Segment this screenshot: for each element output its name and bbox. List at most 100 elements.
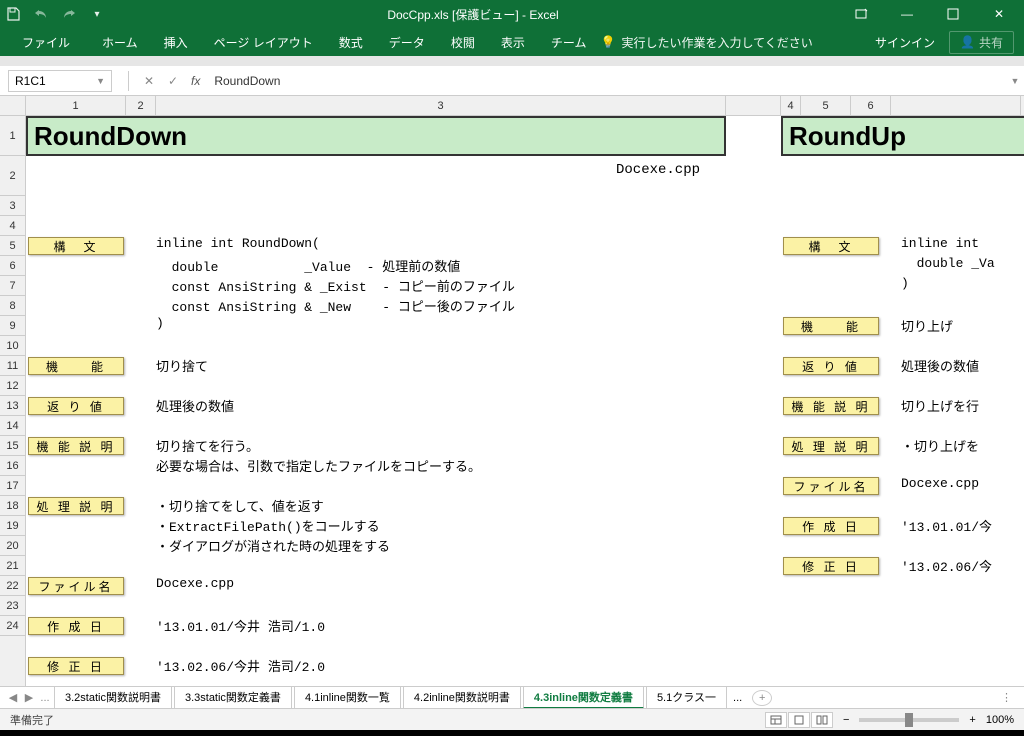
- row-header[interactable]: 20: [0, 536, 25, 556]
- column-header[interactable]: 3: [156, 96, 726, 115]
- tab-home[interactable]: ホーム: [90, 29, 150, 56]
- tab-insert[interactable]: 挿入: [152, 29, 200, 56]
- sheet-nav-prev[interactable]: ◀: [6, 691, 20, 704]
- row-header[interactable]: 4: [0, 216, 25, 236]
- syntax-r: double _Va: [901, 256, 995, 271]
- row-header[interactable]: 6: [0, 256, 25, 276]
- accept-formula-icon[interactable]: ✓: [161, 70, 185, 92]
- view-pagebreak-icon[interactable]: [811, 712, 833, 728]
- sheet-options-icon[interactable]: ⋮: [995, 691, 1018, 704]
- row-header[interactable]: 24: [0, 616, 25, 636]
- row-header[interactable]: 22: [0, 576, 25, 596]
- sheet-tab[interactable]: 5.1クラス一: [646, 687, 727, 709]
- row-header[interactable]: 19: [0, 516, 25, 536]
- label-createdate: 作 成 日: [28, 617, 124, 635]
- formula-input[interactable]: RoundDown: [206, 74, 1006, 88]
- label-moddate: 修 正 日: [28, 657, 124, 675]
- expand-formula-icon[interactable]: ▼: [1006, 76, 1024, 86]
- sheet-tab[interactable]: 3.2static関数説明書: [54, 687, 172, 709]
- signin-link[interactable]: サインイン: [863, 29, 947, 56]
- cancel-formula-icon[interactable]: ✕: [137, 70, 161, 92]
- label-syntax-r: 構 文: [783, 237, 879, 255]
- tab-view[interactable]: 表示: [489, 29, 537, 56]
- row-header[interactable]: 13: [0, 396, 25, 416]
- qat-more-icon[interactable]: ▾: [88, 5, 106, 23]
- tab-review[interactable]: 校閲: [439, 29, 487, 56]
- fx-icon[interactable]: fx: [191, 74, 200, 88]
- cells-area[interactable]: RoundDown Docexe.cpp 構 文 inline int Roun…: [26, 116, 1024, 686]
- row-header[interactable]: 1: [0, 116, 25, 156]
- row-header[interactable]: 16: [0, 456, 25, 476]
- sheet-tab[interactable]: 4.1inline関数一覧: [294, 687, 401, 709]
- column-header[interactable]: 4: [781, 96, 801, 115]
- column-header[interactable]: [891, 96, 1021, 115]
- column-header[interactable]: 5: [801, 96, 851, 115]
- label-procdesc: 処 理 説 明: [28, 497, 124, 515]
- sheet-tab[interactable]: 4.3inline関数定義書: [523, 687, 644, 709]
- title-rounddown[interactable]: RoundDown: [26, 116, 726, 156]
- view-pagelayout-icon[interactable]: [788, 712, 810, 728]
- zoom-out-button[interactable]: −: [843, 714, 849, 726]
- row-header[interactable]: 2: [0, 156, 25, 196]
- sheet-nav-next[interactable]: ▶: [22, 691, 36, 704]
- share-label: 共有: [979, 34, 1003, 51]
- ribbon-options-icon[interactable]: [840, 2, 882, 26]
- row-header[interactable]: 10: [0, 336, 25, 356]
- column-header[interactable]: 2: [126, 96, 156, 115]
- close-button[interactable]: ✕: [978, 2, 1020, 26]
- sheet-ellipsis[interactable]: ...: [38, 692, 52, 704]
- tell-me[interactable]: 💡 実行したい作業を入力してください: [600, 34, 812, 51]
- add-sheet-button[interactable]: +: [752, 690, 772, 706]
- name-box[interactable]: R1C1 ▼: [8, 70, 112, 92]
- zoom-slider[interactable]: [859, 718, 959, 722]
- title-roundup[interactable]: RoundUp: [781, 116, 1024, 156]
- tab-pagelayout[interactable]: ページ レイアウト: [202, 29, 325, 56]
- column-header[interactable]: [726, 96, 781, 115]
- row-header[interactable]: 7: [0, 276, 25, 296]
- name-box-value: R1C1: [15, 74, 46, 88]
- row-header[interactable]: 17: [0, 476, 25, 496]
- sheet-tab[interactable]: 3.3static関数定義書: [174, 687, 292, 709]
- tab-team[interactable]: チーム: [539, 29, 599, 56]
- view-normal-icon[interactable]: [765, 712, 787, 728]
- column-header[interactable]: 6: [851, 96, 891, 115]
- column-header[interactable]: 1: [26, 96, 126, 115]
- zoom-level[interactable]: 100%: [986, 714, 1014, 726]
- sheet-more[interactable]: ...: [729, 692, 746, 704]
- share-button[interactable]: 👤 共有: [949, 31, 1014, 54]
- sheet-tab[interactable]: 4.2inline関数説明書: [403, 687, 521, 709]
- tab-file[interactable]: ファイル: [10, 29, 88, 56]
- syntax-line: const AnsiString & _New - コピー後のファイル: [156, 296, 515, 315]
- select-all-corner[interactable]: [0, 96, 26, 115]
- label-fdesc-r: 機 能 説 明: [783, 397, 879, 415]
- row-header[interactable]: 8: [0, 296, 25, 316]
- minimize-button[interactable]: —: [886, 2, 928, 26]
- window-title: DocCpp.xls [保護ビュー] - Excel: [106, 6, 840, 23]
- row-header[interactable]: 15: [0, 436, 25, 456]
- row-header[interactable]: 3: [0, 196, 25, 216]
- maximize-button[interactable]: [932, 2, 974, 26]
- label-func-r: 機 能: [783, 317, 879, 335]
- tab-data[interactable]: データ: [377, 29, 437, 56]
- tab-formulas[interactable]: 数式: [327, 29, 375, 56]
- save-icon[interactable]: [4, 5, 22, 23]
- label-ret-r: 返 り 値: [783, 357, 879, 375]
- row-headers: 123456789101112131415161718192021222324: [0, 116, 26, 686]
- row-header[interactable]: 21: [0, 556, 25, 576]
- status-ready: 準備完了: [10, 712, 54, 728]
- row-header[interactable]: 11: [0, 356, 25, 376]
- row-header[interactable]: 5: [0, 236, 25, 256]
- zoom-handle[interactable]: [905, 713, 913, 727]
- label-file-r: ファイル名: [783, 477, 879, 495]
- row-header[interactable]: 23: [0, 596, 25, 616]
- undo-icon[interactable]: [32, 5, 50, 23]
- label-syntax: 構 文: [28, 237, 124, 255]
- redo-icon[interactable]: [60, 5, 78, 23]
- chevron-down-icon[interactable]: ▼: [96, 76, 105, 86]
- row-header[interactable]: 9: [0, 316, 25, 336]
- row-header[interactable]: 18: [0, 496, 25, 516]
- zoom-in-button[interactable]: +: [969, 714, 975, 726]
- row-header[interactable]: 14: [0, 416, 25, 436]
- row-header[interactable]: 12: [0, 376, 25, 396]
- label-funcdesc: 機 能 説 明: [28, 437, 124, 455]
